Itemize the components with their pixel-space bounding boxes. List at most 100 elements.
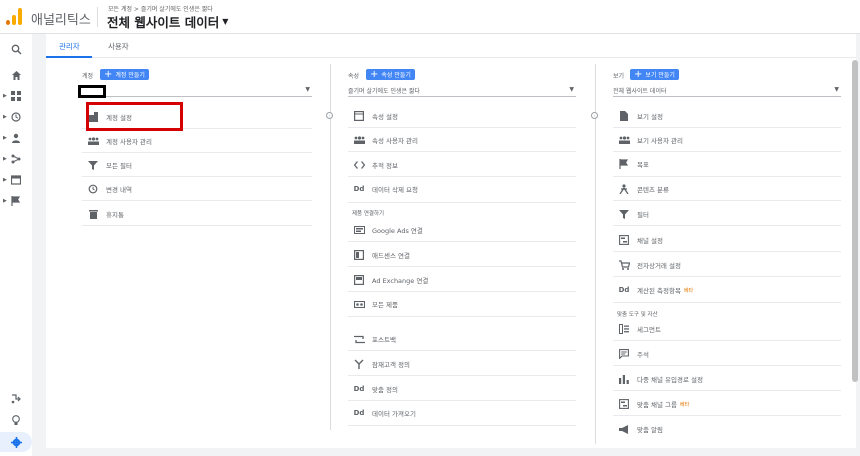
channel-icon bbox=[618, 234, 630, 246]
dashboard-icon[interactable] bbox=[10, 90, 22, 102]
custom-channel-grouping-item[interactable]: 맞춤 채널 그룹 베타 bbox=[618, 393, 689, 415]
view-user-management-item[interactable]: 보기 사용자 관리 bbox=[618, 129, 683, 151]
content-grouping-item[interactable]: 콘텐츠 분류 bbox=[618, 178, 669, 200]
postback-item[interactable]: 포스트백 bbox=[353, 328, 396, 350]
dd-icon: Dd bbox=[353, 185, 365, 193]
data-import-item[interactable]: Dd 데이터 가져오기 bbox=[353, 402, 416, 424]
tracking-info-item[interactable]: 추적 정보 bbox=[353, 154, 398, 176]
channel-icon bbox=[618, 398, 630, 410]
annotations-item[interactable]: 주석 bbox=[618, 343, 649, 365]
adsense-icon bbox=[353, 249, 365, 261]
caret-down-icon: ▼ bbox=[569, 86, 574, 93]
divider bbox=[348, 266, 576, 267]
item-label: Google Ads 연결 bbox=[372, 227, 423, 235]
multi-channel-funnels-item[interactable]: 다중 채널 유입경로 설정 bbox=[618, 368, 703, 390]
ad-exchange-link-item[interactable]: Ad Exchange 연결 bbox=[353, 269, 428, 291]
divider bbox=[348, 400, 576, 401]
property-user-management-item[interactable]: 속성 사용자 관리 bbox=[353, 129, 418, 151]
all-products-item[interactable]: 모든 제품 bbox=[353, 293, 398, 315]
view-selector-dropdown[interactable]: 전체 웹사이트 데이터 ▼ bbox=[613, 84, 841, 97]
lightbulb-icon[interactable] bbox=[10, 414, 22, 426]
data-deletion-item[interactable]: Dd 데이터 삭제 요청 bbox=[353, 178, 418, 200]
trash-item[interactable]: 휴지통 bbox=[87, 203, 124, 225]
ecommerce-settings-item[interactable]: 전자상거래 설정 bbox=[618, 254, 681, 276]
create-property-button[interactable]: + 속성 만들기 bbox=[366, 69, 415, 80]
person-icon bbox=[618, 183, 630, 195]
scrollbar[interactable] bbox=[852, 60, 858, 382]
highlight-box bbox=[86, 102, 183, 131]
caret-down-icon: ▼ bbox=[305, 86, 310, 93]
acquisition-icon[interactable] bbox=[10, 153, 22, 165]
create-view-button[interactable]: + 보기 만들기 bbox=[630, 69, 679, 80]
divider bbox=[613, 151, 841, 152]
item-label: 추적 정보 bbox=[372, 162, 398, 170]
filters-item[interactable]: 필터 bbox=[618, 203, 649, 225]
change-history-item[interactable]: 변경 내역 bbox=[87, 178, 132, 200]
calculated-metrics-item[interactable]: Dd 계산된 측정항목 베타 bbox=[618, 279, 694, 301]
property-selector-value: 즐기며 살기에도 인생은 짧다 bbox=[348, 88, 420, 95]
attribution-icon[interactable] bbox=[10, 393, 22, 405]
create-view-label: 보기 만들기 bbox=[645, 72, 675, 79]
analytics-logo-icon[interactable] bbox=[6, 8, 22, 25]
item-label: 속성 사용자 관리 bbox=[372, 137, 418, 145]
account-selector[interactable]: ▼ bbox=[82, 84, 312, 97]
segments-item[interactable]: 세그먼트 bbox=[618, 318, 661, 340]
ads-icon bbox=[353, 224, 365, 236]
home-icon[interactable] bbox=[10, 69, 22, 81]
expand-arrow-icon[interactable]: ▶ bbox=[3, 156, 7, 162]
dd-icon: Dd bbox=[353, 385, 365, 393]
divider bbox=[348, 241, 576, 242]
property-settings-item[interactable]: 속성 설정 bbox=[353, 105, 398, 127]
create-account-label: 계정 만들기 bbox=[115, 72, 145, 79]
property-selector[interactable]: 즐기며 살기에도 인생은 짧다 ▼ bbox=[348, 84, 576, 97]
left-nav: ▶ ▶ ▶ ▶ ▶ ▶ bbox=[0, 34, 32, 456]
adsense-link-item[interactable]: 애드센스 연결 bbox=[353, 244, 410, 266]
clock-icon[interactable] bbox=[10, 111, 22, 123]
goals-item[interactable]: 목표 bbox=[618, 153, 649, 175]
expand-arrow-icon[interactable]: ▶ bbox=[3, 93, 7, 99]
item-label: 맞춤 채널 그룹 bbox=[637, 401, 678, 409]
audience-definitions-item[interactable]: 잠재고객 정의 bbox=[353, 353, 410, 375]
search-icon[interactable] bbox=[10, 43, 22, 55]
all-filters-item[interactable]: 모든 필터 bbox=[87, 154, 132, 176]
behavior-icon[interactable] bbox=[10, 174, 22, 186]
gear-icon[interactable] bbox=[10, 436, 22, 448]
divider bbox=[613, 225, 841, 226]
custom-definitions-item[interactable]: Dd 맞춤 정의 bbox=[353, 378, 398, 400]
divider bbox=[82, 200, 312, 201]
tab-user[interactable]: 사용자 bbox=[108, 41, 129, 52]
view-heading: 보기 bbox=[613, 73, 625, 80]
divider bbox=[613, 127, 841, 128]
item-label: Ad Exchange 연결 bbox=[372, 277, 429, 285]
dd-icon: Dd bbox=[618, 286, 630, 294]
comment-icon bbox=[618, 348, 630, 360]
expand-arrow-icon[interactable]: ▶ bbox=[3, 198, 7, 204]
divider bbox=[613, 251, 841, 252]
document-icon bbox=[618, 110, 630, 122]
flag-icon[interactable] bbox=[10, 195, 22, 207]
account-user-management-item[interactable]: 계정 사용자 관리 bbox=[87, 130, 152, 152]
person-icon[interactable] bbox=[10, 132, 22, 144]
tab-admin[interactable]: 관리자 bbox=[59, 41, 80, 52]
create-account-button[interactable]: + 계정 만들기 bbox=[100, 69, 149, 80]
expand-arrow-icon[interactable]: ▶ bbox=[3, 177, 7, 183]
item-label: 계정 사용자 관리 bbox=[106, 138, 152, 146]
app-title: 애널리틱스 bbox=[31, 13, 91, 28]
account-heading: 계정 bbox=[82, 73, 94, 80]
plus-icon: + bbox=[104, 68, 113, 80]
custom-alerts-item[interactable]: 맞춤 알림 bbox=[618, 418, 663, 440]
channel-settings-item[interactable]: 채널 설정 bbox=[618, 229, 663, 251]
view-selector-value: 전체 웹사이트 데이터 bbox=[613, 88, 667, 95]
item-label: 맞춤 정의 bbox=[372, 386, 398, 394]
property-heading: 속성 bbox=[348, 73, 360, 80]
expand-arrow-icon[interactable]: ▶ bbox=[3, 114, 7, 120]
item-label: 다중 채널 유입경로 설정 bbox=[637, 376, 703, 384]
filter-icon bbox=[618, 208, 630, 220]
view-settings-item[interactable]: 보기 설정 bbox=[618, 105, 663, 127]
item-label: 세그먼트 bbox=[637, 326, 661, 334]
google-ads-link-item[interactable]: Google Ads 연결 bbox=[353, 219, 423, 241]
item-label: 전자상거래 설정 bbox=[637, 262, 681, 270]
view-selector[interactable]: 전체 웹사이트 데이터 ▼ bbox=[107, 12, 228, 31]
window-icon bbox=[353, 110, 365, 122]
expand-arrow-icon[interactable]: ▶ bbox=[3, 135, 7, 141]
